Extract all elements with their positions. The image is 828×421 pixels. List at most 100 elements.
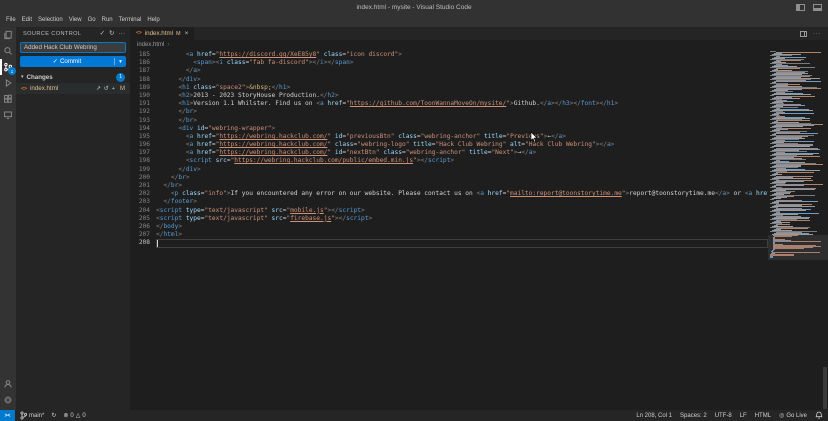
open-file-icon[interactable]: ↗ [96, 86, 101, 92]
remote-indicator[interactable]: >< [0, 410, 15, 421]
cursor-position[interactable]: Ln 208, Col 1 [636, 413, 672, 419]
code-line[interactable]: 207</html> [130, 231, 828, 239]
code-line[interactable]: 195 <a href="https://webring.hackclub.co… [130, 133, 828, 141]
problems-item[interactable]: ⊗ 0 △ 0 [63, 412, 85, 419]
settings-button[interactable] [0, 392, 16, 408]
activity-run-debug[interactable] [0, 75, 16, 91]
editor-more-actions-icon[interactable]: ··· [813, 30, 821, 37]
html-file-icon: <> [136, 31, 142, 36]
discard-changes-icon[interactable]: ↺ [104, 86, 109, 92]
commit-button[interactable]: ✓ Commit ▾ [20, 56, 126, 67]
code-line[interactable]: 202 <p class="info">If you encountered a… [130, 190, 828, 198]
titlebar-actions [796, 4, 822, 11]
code-line[interactable]: 193 </br> [130, 117, 828, 125]
menu-terminal[interactable]: Terminal [116, 14, 145, 27]
extensions-icon [3, 94, 13, 104]
code-line[interactable]: 197 <a href="https://webring.hackclub.co… [130, 149, 828, 157]
files-icon [3, 30, 13, 40]
broadcast-icon: ◎ [779, 412, 784, 419]
line-number: 202 [130, 190, 156, 198]
breadcrumb-file[interactable]: index.html [137, 42, 164, 48]
activity-source-control[interactable]: 1 [0, 59, 16, 75]
line-number: 201 [130, 182, 156, 190]
code-line[interactable]: 191 <h1>Version 1.1 Whilster. Find us on… [130, 100, 828, 108]
search-icon [3, 46, 13, 56]
activity-explorer[interactable] [0, 27, 16, 43]
activity-bar: 1 [0, 27, 16, 410]
scm-refresh-icon[interactable]: ↻ [109, 27, 114, 40]
menu-help[interactable]: Help [144, 14, 162, 27]
menu-selection[interactable]: Selection [35, 14, 66, 27]
account-button[interactable] [0, 376, 16, 392]
line-number: 206 [130, 223, 156, 231]
code-line[interactable]: 189 <h1 class="space2">&nbsp;</h1> [130, 84, 828, 92]
line-number: 192 [130, 108, 156, 116]
code-line[interactable]: 185 <a href="https://discord.gg/XeE85y8"… [130, 51, 828, 59]
menu-run[interactable]: Run [99, 14, 116, 27]
close-icon[interactable]: × [185, 30, 189, 37]
toggle-panel-icon[interactable] [813, 4, 822, 11]
language-mode[interactable]: HTML [755, 413, 771, 419]
notifications-item[interactable] [815, 411, 823, 420]
code-line[interactable]: 192 </br> [130, 108, 828, 116]
stage-changes-icon[interactable]: + [112, 86, 115, 92]
code-line[interactable]: 188 </div> [130, 76, 828, 84]
git-branch-item[interactable]: main* [20, 411, 44, 420]
go-live-item[interactable]: ◎ Go Live [779, 412, 807, 419]
scm-file-row[interactable]: <> index.html ↗ ↺ + M [16, 83, 130, 94]
activity-remote-explorer[interactable] [0, 107, 16, 123]
code-line[interactable]: 206</body> [130, 223, 828, 231]
minimap-slider[interactable] [768, 235, 828, 260]
menu-file[interactable]: File [3, 14, 19, 27]
status-bar: >< main* ↻ ⊗ 0 △ 0 Ln 208, Col 1 Spaces:… [0, 410, 828, 421]
code-line[interactable]: 208 [130, 239, 828, 247]
git-status-letter: M [120, 86, 125, 92]
commit-message-input[interactable] [20, 42, 126, 53]
code-line[interactable]: 205<script type="text/javascript" src="f… [130, 215, 828, 223]
sync-item[interactable]: ↻ [51, 412, 56, 419]
title-bar: index.html - mysite - Visual Studio Code [0, 0, 828, 14]
minimap[interactable] [768, 51, 828, 391]
code-line[interactable]: 196 <a href="https://webring.hackclub.co… [130, 141, 828, 149]
code-line[interactable]: 201 </br> [130, 182, 828, 190]
commit-dropdown-icon[interactable]: ▾ [115, 59, 126, 65]
indentation[interactable]: Spaces: 2 [680, 413, 707, 419]
line-number: 195 [130, 133, 156, 141]
toggle-sidebar-icon[interactable] [796, 4, 805, 11]
line-number: 186 [130, 59, 156, 67]
menu-edit[interactable]: Edit [19, 14, 35, 27]
error-icon: ⊗ [63, 412, 68, 419]
scrollbar-thumb[interactable] [823, 367, 827, 409]
line-number: 190 [130, 92, 156, 100]
code-line[interactable]: 198 <script src="https://webring.hackclu… [130, 157, 828, 165]
line-number: 207 [130, 231, 156, 239]
scm-header: SOURCE CONTROL ✓ ↻ ··· [16, 27, 130, 40]
code-line[interactable]: 204<script type="text/javascript" src="m… [130, 207, 828, 215]
activity-extensions[interactable] [0, 91, 16, 107]
code-line[interactable]: 194 <div id="webring-wrapper"> [130, 125, 828, 133]
eol-sequence[interactable]: LF [740, 413, 747, 419]
changes-section-header[interactable]: ▾ Changes 1 [16, 72, 130, 82]
run-debug-icon [3, 78, 13, 88]
encoding[interactable]: UTF-8 [715, 413, 732, 419]
scm-commit-icon[interactable]: ✓ [100, 27, 105, 40]
code-line[interactable]: 203 </footer> [130, 198, 828, 206]
tab-index-html[interactable]: <> index.html M × [130, 27, 195, 40]
activity-search[interactable] [0, 43, 16, 59]
code-line[interactable]: 187 </a> [130, 67, 828, 75]
code-line[interactable]: 200 </br> [130, 174, 828, 182]
line-number: 196 [130, 141, 156, 149]
code-line[interactable]: 190 <h2>2013 - 2023 StoryHouse Productio… [130, 92, 828, 100]
tab-git-badge: M [176, 31, 181, 37]
split-editor-icon[interactable] [800, 31, 807, 37]
menu-view[interactable]: View [66, 14, 85, 27]
code-editor[interactable]: 185 <a href="https://discord.gg/XeE85y8"… [130, 51, 828, 248]
code-line[interactable]: 186 <span><i class="fab fa-discord"></i>… [130, 59, 828, 67]
breadcrumb: index.html › [130, 40, 828, 50]
menu-go[interactable]: Go [85, 14, 99, 27]
code-line[interactable]: 199 </div> [130, 166, 828, 174]
line-number: 199 [130, 166, 156, 174]
scm-title: SOURCE CONTROL [23, 31, 100, 37]
check-icon: ✓ [53, 58, 58, 65]
scm-more-actions-icon[interactable]: ··· [119, 27, 126, 40]
